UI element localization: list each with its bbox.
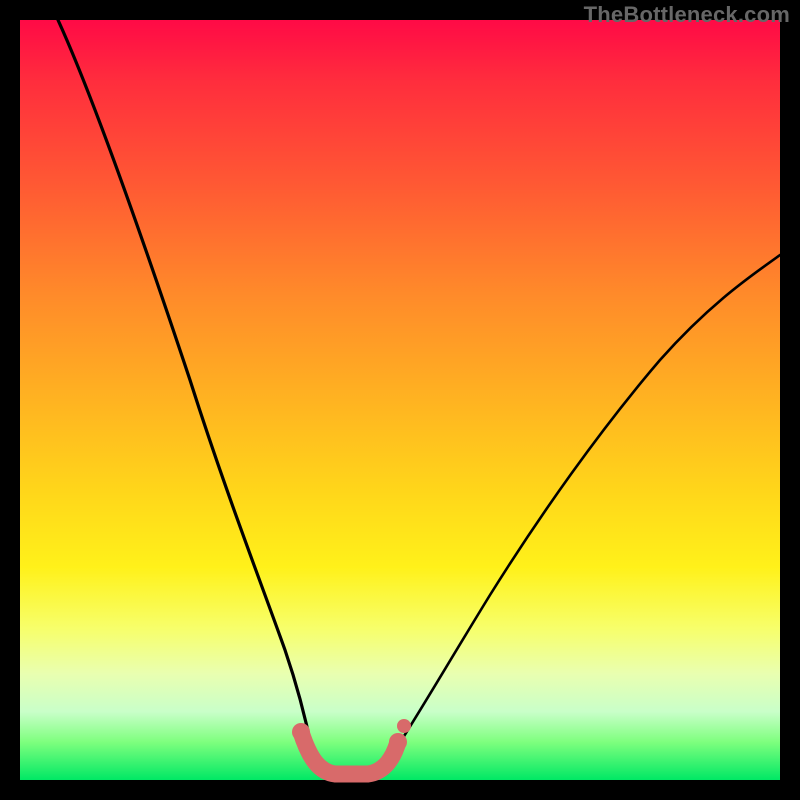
arc-dot-left [292,723,310,741]
arc-dot-right-upper [397,719,411,733]
chart-frame [20,20,780,780]
chart-svg [20,20,780,780]
arc-dot-right [389,733,407,751]
bottom-arc [301,732,398,774]
watermark-text: TheBottleneck.com [584,2,790,28]
right-curve [392,255,780,755]
left-curve [58,20,315,768]
